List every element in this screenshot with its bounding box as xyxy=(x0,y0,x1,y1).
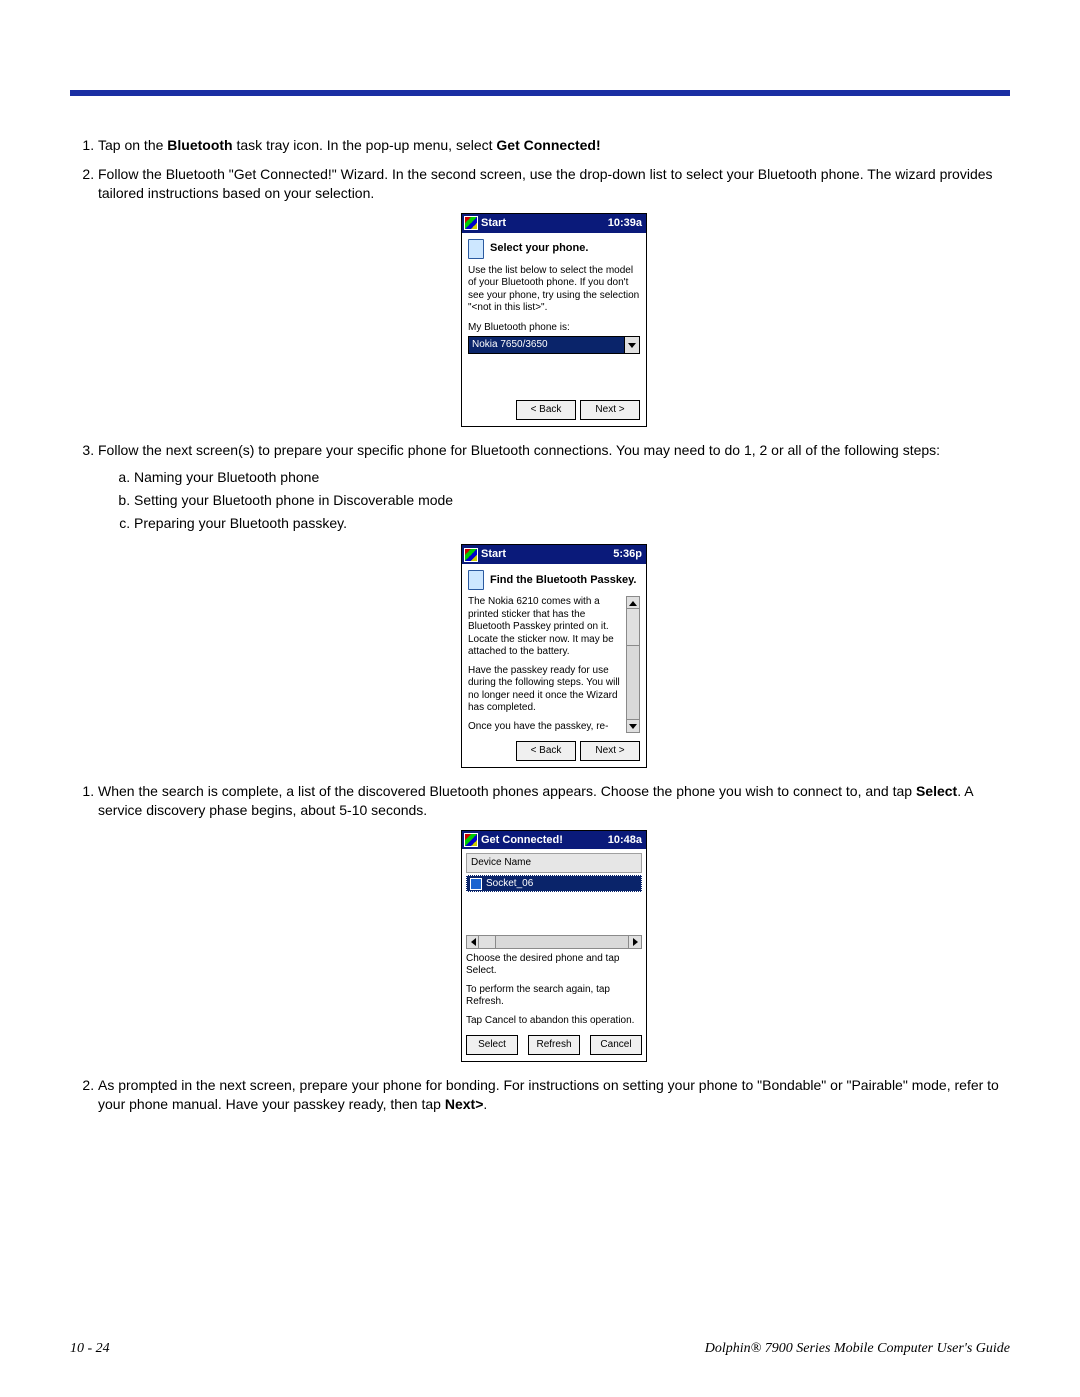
device-name-cell: Socket_06 xyxy=(486,877,533,891)
screenshot-device-list: Get Connected! 10:48a Device Name Socket… xyxy=(461,830,647,1062)
step-1-pre: Tap on the xyxy=(98,137,167,153)
footer-title: Dolphin® 7900 Series Mobile Computer Use… xyxy=(705,1341,1010,1357)
step-2-text: Follow the Bluetooth "Get Connected!" Wi… xyxy=(98,166,993,201)
pda2-heading: Find the Bluetooth Passkey. xyxy=(490,573,637,588)
pda3-hint-1: Choose the desired phone and tap Select. xyxy=(466,953,642,978)
pda2-text-2: Have the passkey ready for use during th… xyxy=(468,665,622,715)
refresh-button[interactable]: Refresh xyxy=(528,1035,580,1055)
chevron-down-icon[interactable] xyxy=(624,337,639,353)
step-3a: Naming your Bluetooth phone xyxy=(134,467,1010,488)
step-3c: Preparing your Bluetooth passkey. xyxy=(134,513,1010,534)
pda3-hint-2: To perform the search again, tap Refresh… xyxy=(466,984,642,1009)
pda1-instructions: Use the list below to select the model o… xyxy=(468,265,640,315)
pda3-hint-3: Tap Cancel to abandon this operation. xyxy=(466,1015,642,1028)
screenshot-find-passkey: Start 5:36p Find the Bluetooth Passkey. … xyxy=(461,544,647,767)
page-footer: 10 - 24 Dolphin® 7900 Series Mobile Comp… xyxy=(70,1341,1010,1357)
back-button[interactable]: < Back xyxy=(516,400,576,420)
pda1-phone-dropdown[interactable]: Nokia 7650/3650 xyxy=(468,336,640,354)
device-list-row-selected[interactable]: Socket_06 xyxy=(466,875,642,893)
windows-logo-icon xyxy=(464,548,478,562)
pda1-title[interactable]: Start xyxy=(481,216,506,231)
primary-steps-list-a: Tap on the Bluetooth task tray icon. In … xyxy=(70,136,1010,768)
pda1-select-label: My Bluetooth phone is: xyxy=(468,321,640,335)
step-b1-bold: Select xyxy=(916,783,957,799)
step-3-substeps: Naming your Bluetooth phone Setting your… xyxy=(98,467,1010,534)
device-list-column-header[interactable]: Device Name xyxy=(466,853,642,873)
step-2: Follow the Bluetooth "Get Connected!" Wi… xyxy=(98,165,1010,427)
wizard-icon xyxy=(468,239,484,259)
pda1-clock: 10:39a xyxy=(608,216,642,231)
pda2-clock: 5:36p xyxy=(613,547,642,562)
screenshot-select-your-phone: Start 10:39a Select your phone. Use the … xyxy=(461,213,647,427)
cancel-button[interactable]: Cancel xyxy=(590,1035,642,1055)
step-b2-pre: As prompted in the next screen, prepare … xyxy=(98,1077,999,1112)
pda1-heading: Select your phone. xyxy=(490,241,588,256)
scroll-thumb[interactable] xyxy=(478,935,496,949)
wizard-icon xyxy=(468,570,484,590)
step-b2-bold: Next> xyxy=(445,1096,484,1112)
back-button[interactable]: < Back xyxy=(516,741,576,761)
vertical-scrollbar[interactable] xyxy=(626,596,640,733)
horizontal-scrollbar[interactable] xyxy=(466,935,642,949)
pda2-text-3: Once you have the passkey, re- xyxy=(468,721,622,734)
step-b1: When the search is complete, a list of t… xyxy=(98,782,1010,1062)
pda3-clock: 10:48a xyxy=(608,833,642,848)
step-1-bold1: Bluetooth xyxy=(167,137,232,153)
pda2-text-1: The Nokia 6210 comes with a printed stic… xyxy=(468,596,622,659)
pda2-titlebar: Start 5:36p xyxy=(462,545,646,564)
step-b1-pre: When the search is complete, a list of t… xyxy=(98,783,916,799)
page-number: 10 - 24 xyxy=(70,1341,110,1357)
step-b2: As prompted in the next screen, prepare … xyxy=(98,1076,1010,1114)
step-3: Follow the next screen(s) to prepare you… xyxy=(98,441,1010,768)
pda1-titlebar: Start 10:39a xyxy=(462,214,646,233)
step-b2-post: . xyxy=(483,1096,487,1112)
pda3-title[interactable]: Get Connected! xyxy=(481,833,563,848)
windows-logo-icon xyxy=(464,216,478,230)
step-1-mid: task tray icon. In the pop-up menu, sele… xyxy=(233,137,497,153)
next-button[interactable]: Next > xyxy=(580,400,640,420)
pda1-phone-dropdown-value: Nokia 7650/3650 xyxy=(469,337,624,353)
bluetooth-device-icon xyxy=(470,878,482,890)
header-rule xyxy=(70,90,1010,96)
step-3b: Setting your Bluetooth phone in Discover… xyxy=(134,490,1010,511)
primary-steps-list-b: When the search is complete, a list of t… xyxy=(70,782,1010,1114)
pda2-title[interactable]: Start xyxy=(481,547,506,562)
scroll-down-icon[interactable] xyxy=(626,719,640,733)
scroll-right-icon[interactable] xyxy=(628,935,642,949)
device-list[interactable]: Socket_06 xyxy=(466,875,642,933)
pda3-titlebar: Get Connected! 10:48a xyxy=(462,831,646,850)
step-1: Tap on the Bluetooth task tray icon. In … xyxy=(98,136,1010,155)
select-button[interactable]: Select xyxy=(466,1035,518,1055)
step-1-bold2: Get Connected! xyxy=(496,137,600,153)
step-3-text: Follow the next screen(s) to prepare you… xyxy=(98,442,940,458)
next-button[interactable]: Next > xyxy=(580,741,640,761)
scroll-thumb[interactable] xyxy=(626,608,640,646)
windows-logo-icon xyxy=(464,833,478,847)
